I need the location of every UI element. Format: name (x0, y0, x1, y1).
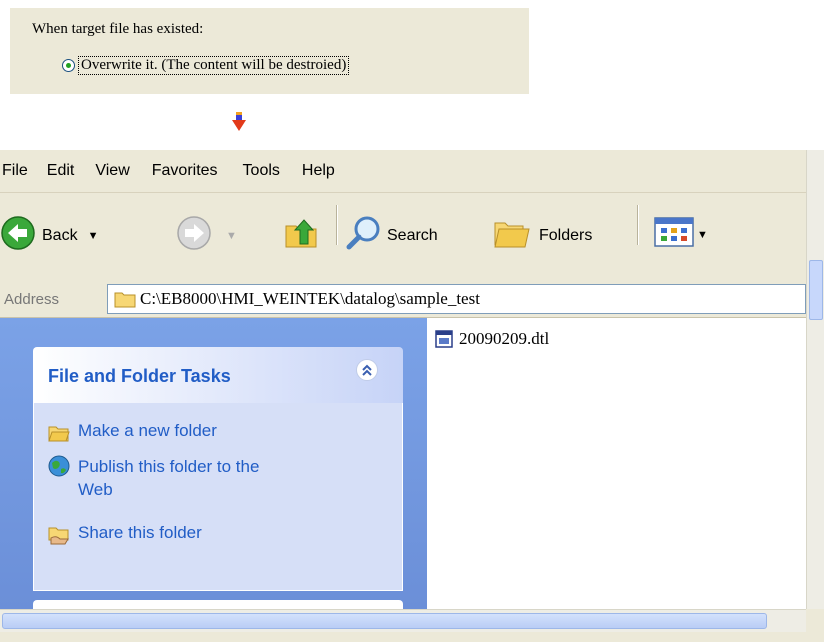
make-new-folder-link[interactable]: Make a new folder (48, 421, 217, 443)
up-folder-button[interactable] (282, 214, 320, 257)
overwrite-radio-label[interactable]: Overwrite it. (The content will be destr… (78, 56, 350, 75)
chevron-down-icon[interactable]: ▼ (697, 229, 708, 241)
overwrite-radio[interactable] (62, 59, 75, 72)
search-magnifier-icon (345, 215, 383, 256)
share-folder-link[interactable]: Share this folder (48, 523, 202, 545)
address-label: Address (4, 291, 60, 308)
toolbar: Back ▼ ▼ Search Folders ▼ (0, 193, 806, 282)
back-arrow-icon (0, 215, 36, 256)
folder-icon (114, 290, 136, 308)
address-input[interactable]: C:\EB8000\HMI_WEINTEK\datalog\sample_tes… (107, 284, 806, 314)
publish-folder-label: Publish this folder to the Web (78, 457, 260, 499)
views-icon (654, 217, 694, 252)
menu-bar: File Edit View Favorites Tools Help (0, 150, 806, 193)
file-list-pane: 20090209.dtl (427, 318, 806, 609)
task-panel-body: Make a new folder Publish this folder to… (33, 403, 403, 591)
search-button[interactable]: Search (345, 215, 438, 256)
forward-button[interactable]: ▼ (176, 215, 237, 256)
datalog-file-icon (435, 330, 453, 348)
task-pane: File and Folder Tasks Make a new folder … (0, 318, 427, 610)
up-folder-icon (282, 214, 320, 257)
down-arrow-icon (232, 112, 246, 137)
collapse-chevron-icon[interactable] (356, 359, 378, 381)
file-name: 20090209.dtl (459, 329, 550, 348)
menu-tools[interactable]: Tools (243, 162, 302, 180)
share-folder-label: Share this folder (78, 523, 202, 542)
dialog-label: When target file has existed: (32, 21, 204, 37)
share-folder-icon (48, 523, 70, 545)
dialog-fragment: When target file has existed: Overwrite … (10, 8, 529, 94)
vertical-scrollbar[interactable] (806, 150, 824, 609)
make-new-folder-label: Make a new folder (78, 421, 217, 440)
menu-view[interactable]: View (95, 162, 151, 180)
publish-folder-link[interactable]: Publish this folder to the Web (48, 455, 298, 501)
search-label: Search (387, 226, 438, 244)
new-folder-icon (48, 421, 70, 443)
overwrite-option[interactable]: Overwrite it. (The content will be destr… (62, 56, 350, 75)
task-panel-title: File and Folder Tasks (48, 366, 231, 386)
vertical-scroll-thumb[interactable] (809, 260, 823, 320)
back-label: Back (42, 226, 78, 244)
menu-help[interactable]: Help (302, 162, 346, 180)
toolbar-separator (637, 205, 639, 245)
menu-file[interactable]: File (0, 162, 47, 180)
toolbar-separator (336, 205, 338, 245)
chevron-down-icon[interactable]: ▼ (226, 230, 237, 242)
horizontal-scrollbar[interactable] (0, 609, 806, 632)
views-button[interactable]: ▼ (654, 217, 708, 252)
explorer-window: File Edit View Favorites Tools Help Back… (0, 150, 824, 642)
folders-button[interactable]: Folders (493, 215, 592, 256)
address-bar: Address C:\EB8000\HMI_WEINTEK\datalog\sa… (0, 281, 806, 318)
task-panel-header[interactable]: File and Folder Tasks (33, 347, 403, 403)
publish-web-icon (48, 455, 70, 477)
menu-edit[interactable]: Edit (47, 162, 96, 180)
back-button[interactable]: Back ▼ (0, 215, 98, 256)
file-folder-tasks-panel: File and Folder Tasks Make a new folder … (33, 347, 403, 591)
forward-arrow-icon (176, 215, 212, 256)
chevron-down-icon[interactable]: ▼ (88, 230, 99, 242)
folders-icon (493, 215, 533, 256)
folders-label: Folders (539, 226, 593, 244)
resize-grip[interactable] (806, 609, 824, 631)
horizontal-scroll-thumb[interactable] (2, 613, 767, 629)
menu-favorites[interactable]: Favorites (152, 162, 243, 180)
address-path: C:\EB8000\HMI_WEINTEK\datalog\sample_tes… (140, 289, 480, 308)
file-item[interactable]: 20090209.dtl (435, 329, 549, 349)
